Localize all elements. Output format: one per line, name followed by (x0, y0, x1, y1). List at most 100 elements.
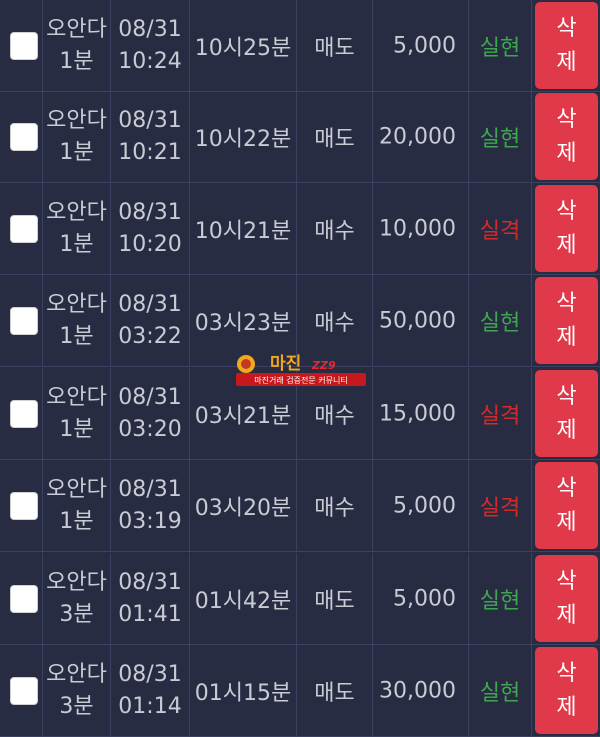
bet-date: 08/31 (118, 107, 182, 133)
result-label: 실격 (479, 218, 521, 244)
bet-time: 01:41 (118, 601, 182, 627)
bet-amount: 5,000 (393, 493, 456, 518)
delete-label-1: 삭 (556, 15, 577, 41)
delete-cell: 삭 제 (532, 553, 600, 644)
bet-amount: 50,000 (379, 308, 456, 333)
time-cell: 08/31 03:22 (111, 275, 190, 366)
delete-button[interactable]: 삭 제 (535, 93, 598, 180)
delete-label-1: 삭 (556, 383, 577, 409)
time-cell: 08/31 03:20 (111, 368, 190, 459)
bet-amount: 5,000 (393, 586, 456, 611)
round-cell: 10시21분 (190, 183, 297, 274)
bet-date: 08/31 (118, 291, 182, 317)
result-label: 실현 (479, 35, 521, 61)
result-label: 실현 (479, 126, 521, 152)
round-label: 01시15분 (194, 680, 292, 706)
round-cell: 10시25분 (190, 0, 297, 91)
amount-cell: 20,000 (373, 91, 469, 182)
type-cell: 매도 (297, 0, 373, 91)
round-cell: 03시20분 (190, 460, 297, 551)
checkbox-cell (0, 460, 43, 551)
delete-button[interactable]: 삭 제 (535, 370, 598, 457)
bet-date: 08/31 (118, 16, 182, 42)
time-cell: 08/31 10:20 (111, 183, 190, 274)
bet-time: 10:20 (118, 231, 182, 257)
trade-type: 매수 (314, 495, 355, 521)
row-checkbox[interactable] (10, 399, 38, 428)
game-interval: 1분 (59, 231, 94, 257)
result-label: 실현 (479, 310, 521, 336)
game-name: 오안다 (46, 107, 107, 133)
result-cell: 실현 (469, 275, 532, 366)
amount-cell: 5,000 (373, 460, 469, 551)
result-label: 실격 (479, 403, 521, 429)
row-checkbox[interactable] (10, 584, 38, 613)
result-cell: 실현 (469, 0, 532, 91)
delete-label-2: 제 (556, 417, 577, 443)
row-checkbox[interactable] (10, 122, 38, 151)
delete-button[interactable]: 삭 제 (535, 185, 598, 272)
delete-label-1: 삭 (556, 568, 577, 594)
bet-amount: 5,000 (393, 33, 456, 58)
watermark-subtitle: 마진거래 검증전문 커뮤니티 (254, 375, 347, 385)
game-cell: 오안다 1분 (43, 460, 111, 551)
result-label: 실현 (479, 680, 521, 706)
bet-amount: 20,000 (379, 124, 456, 149)
delete-cell: 삭 제 (532, 0, 600, 91)
row-checkbox[interactable] (10, 306, 38, 335)
bet-date: 08/31 (118, 661, 182, 687)
delete-label-1: 삭 (556, 475, 577, 501)
time-cell: 08/31 03:19 (111, 460, 190, 551)
checkbox-cell (0, 368, 43, 459)
bet-amount: 15,000 (379, 401, 456, 426)
amount-cell: 5,000 (373, 553, 469, 644)
bet-time: 03:20 (118, 416, 182, 442)
row-checkbox[interactable] (10, 214, 38, 243)
row-checkbox[interactable] (10, 31, 38, 60)
result-cell: 실격 (469, 460, 532, 551)
bet-time: 10:21 (118, 139, 182, 165)
table-row: 오안다 3분 08/31 01:41 01시42분 매도 5,000 실현 삭 … (0, 553, 600, 645)
delete-button[interactable]: 삭 제 (535, 647, 598, 734)
delete-button[interactable]: 삭 제 (535, 555, 598, 642)
round-label: 10시22분 (194, 126, 292, 152)
delete-button[interactable]: 삭 제 (535, 277, 598, 364)
game-cell: 오안다 1분 (43, 0, 111, 91)
time-cell: 08/31 01:41 (111, 553, 190, 644)
round-label: 03시20분 (194, 495, 292, 521)
amount-cell: 10,000 (373, 183, 469, 274)
game-name: 오안다 (46, 16, 107, 42)
delete-label-2: 제 (556, 140, 577, 166)
bet-date: 08/31 (118, 199, 182, 225)
game-name: 오안다 (46, 199, 107, 225)
round-label: 10시21분 (194, 218, 292, 244)
delete-button[interactable]: 삭 제 (535, 462, 598, 549)
round-label: 10시25분 (194, 35, 292, 61)
time-cell: 08/31 10:24 (111, 0, 190, 91)
game-cell: 오안다 1분 (43, 275, 111, 366)
row-checkbox[interactable] (10, 676, 38, 705)
game-interval: 1분 (59, 48, 94, 74)
game-name: 오안다 (46, 661, 107, 687)
game-interval: 1분 (59, 416, 94, 442)
row-checkbox[interactable] (10, 491, 38, 520)
game-name: 오안다 (46, 291, 107, 317)
table-row: 오안다 1분 08/31 10:21 10시22분 매도 20,000 실현 삭… (0, 91, 600, 183)
game-name: 오안다 (46, 476, 107, 502)
round-cell: 01시15분 (190, 645, 297, 736)
bet-time: 10:24 (118, 48, 182, 74)
amount-cell: 50,000 (373, 275, 469, 366)
amount-cell: 30,000 (373, 645, 469, 736)
delete-cell: 삭 제 (532, 460, 600, 551)
bet-amount: 10,000 (379, 216, 456, 241)
amount-cell: 5,000 (373, 0, 469, 91)
result-cell: 실격 (469, 368, 532, 459)
delete-button[interactable]: 삭 제 (535, 2, 598, 89)
result-label: 실격 (479, 495, 521, 521)
game-interval: 3분 (59, 601, 94, 627)
table-row: 오안다 3분 08/31 01:14 01시15분 매도 30,000 실현 삭… (0, 645, 600, 737)
delete-label-2: 제 (556, 324, 577, 350)
result-cell: 실현 (469, 553, 532, 644)
result-label: 실현 (479, 588, 521, 614)
delete-cell: 삭 제 (532, 91, 600, 182)
